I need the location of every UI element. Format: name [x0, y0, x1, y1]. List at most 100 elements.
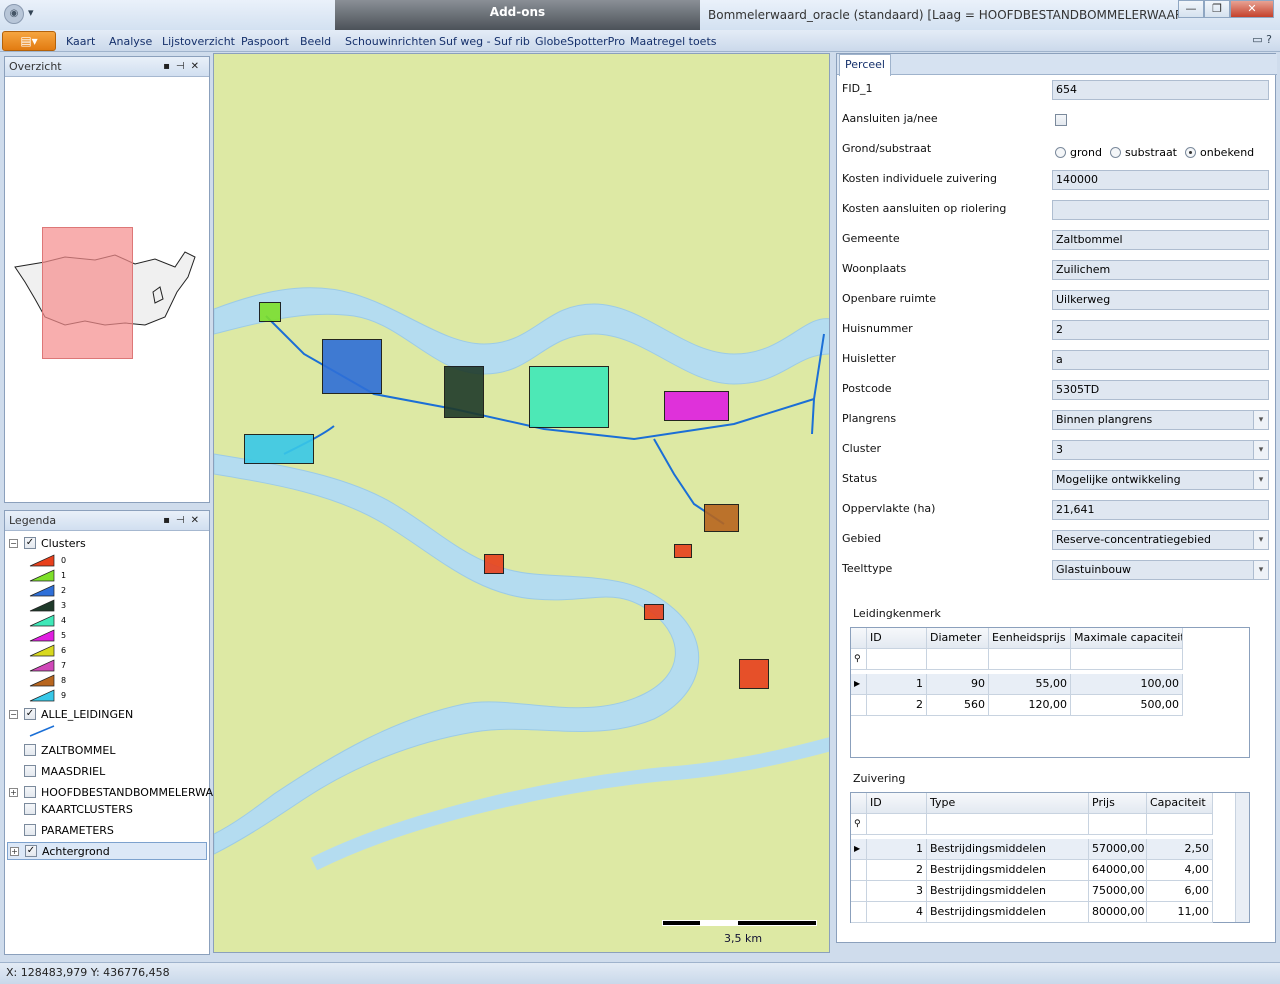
cluster-polygon[interactable] [244, 434, 314, 464]
cluster-polygon[interactable] [644, 604, 664, 620]
expand-icon[interactable]: + [9, 787, 18, 797]
radio-onbekend[interactable]: onbekend [1185, 146, 1254, 159]
layer-checkbox[interactable]: ✓ [24, 537, 36, 549]
layer-checkbox[interactable] [24, 744, 36, 756]
cluster-polygon[interactable] [259, 302, 281, 322]
application-menu-button[interactable]: ▤▾ [2, 31, 56, 51]
map-view[interactable]: 3,5 km [213, 53, 830, 953]
table-row[interactable]: 3 Bestrijdingsmiddelen 75000,00 6,00 [851, 881, 1213, 902]
column-header[interactable]: Eenheidsprijs [989, 628, 1071, 649]
table-cell[interactable]: 6,00 [1147, 881, 1213, 902]
field-dropdown[interactable]: Reserve-concentratiegebied [1052, 530, 1269, 550]
field-dropdown[interactable]: Mogelijke ontwikkeling [1052, 470, 1269, 490]
grid-filter-row[interactable]: ⚲ [851, 649, 1183, 670]
column-header[interactable]: Capaciteit [1147, 793, 1213, 814]
help-icon[interactable]: ▭ ? [1252, 33, 1272, 46]
legend-layer-alle-leidingen[interactable]: − ✓ ALLE_LEIDINGEN [9, 705, 133, 723]
cluster-polygon[interactable] [529, 366, 609, 428]
filter-cell[interactable] [927, 649, 989, 670]
cluster-polygon[interactable] [739, 659, 769, 689]
column-header[interactable]: Prijs [1089, 793, 1147, 814]
field-input[interactable]: a [1052, 350, 1269, 370]
field-dropdown[interactable]: 3 [1052, 440, 1269, 460]
field-input[interactable]: 654 [1052, 80, 1269, 100]
table-cell[interactable]: 120,00 [989, 695, 1071, 716]
layer-checkbox[interactable] [24, 824, 36, 836]
table-row[interactable]: 2 560 120,00 500,00 [851, 695, 1183, 716]
table-row[interactable]: ▶ 1 Bestrijdingsmiddelen 57000,00 2,50 [851, 839, 1213, 860]
tab-lijstoverzicht[interactable]: Lijstoverzicht [162, 35, 235, 48]
field-input[interactable]: 5305TD [1052, 380, 1269, 400]
collapse-icon[interactable]: − [9, 709, 18, 719]
aansluiten-checkbox[interactable] [1055, 114, 1067, 126]
field-input[interactable]: Zaltbommel [1052, 230, 1269, 250]
leiding-grid[interactable]: ID Diameter Eenheidsprijs Maximale capacite… [850, 627, 1250, 758]
cluster-polygon[interactable] [444, 366, 484, 418]
grid-filter-row[interactable]: ⚲ [851, 814, 1213, 835]
legend-layer-achtergrond[interactable]: + ✓ Achtergrond [7, 842, 207, 860]
tab-perceel[interactable]: Perceel [839, 54, 891, 76]
expand-icon[interactable]: + [10, 846, 19, 856]
filter-cell[interactable] [1147, 814, 1213, 835]
tab-paspoort[interactable]: Paspoort [241, 35, 289, 48]
panel-controls-icon[interactable]: ▪⊣✕ [163, 57, 205, 77]
filter-cell[interactable] [867, 649, 927, 670]
table-cell[interactable]: 560 [927, 695, 989, 716]
table-cell[interactable]: 57000,00 [1089, 839, 1147, 860]
table-cell[interactable]: 500,00 [1071, 695, 1183, 716]
tab-analyse[interactable]: Analyse [109, 35, 152, 48]
table-cell[interactable]: 75000,00 [1089, 881, 1147, 902]
field-input[interactable]: Zuilichem [1052, 260, 1269, 280]
legend-layer-zaltbommel[interactable]: ZALTBOMMEL [24, 741, 115, 759]
tab-maatregel-toets[interactable]: Maatregel toets [630, 35, 717, 48]
cluster-polygon[interactable] [322, 339, 382, 394]
cluster-polygon[interactable] [484, 554, 504, 574]
filter-cell[interactable] [867, 814, 927, 835]
table-cell[interactable]: 4,00 [1147, 860, 1213, 881]
legend-layer-parameters[interactable]: PARAMETERS [24, 821, 114, 839]
tab-kaart[interactable]: Kaart [66, 35, 95, 48]
app-logo-icon[interactable]: ◉ [4, 4, 24, 24]
table-row[interactable]: 4 Bestrijdingsmiddelen 80000,00 11,00 [851, 902, 1213, 923]
table-cell[interactable]: 80000,00 [1089, 902, 1147, 923]
minimize-button[interactable]: — [1178, 0, 1204, 18]
table-cell[interactable]: Bestrijdingsmiddelen [927, 902, 1089, 923]
cluster-polygon[interactable] [704, 504, 739, 532]
column-header[interactable]: Maximale capaciteit [1071, 628, 1183, 649]
table-cell[interactable]: 100,00 [1071, 674, 1183, 695]
legend-layer-maasdriel[interactable]: MAASDRIEL [24, 762, 105, 780]
column-header[interactable]: ID [867, 793, 927, 814]
field-input[interactable]: 2 [1052, 320, 1269, 340]
field-dropdown[interactable]: Glastuinbouw [1052, 560, 1269, 580]
filter-cell[interactable] [927, 814, 1089, 835]
zuivering-scrollbar[interactable] [1235, 793, 1249, 922]
layer-checkbox[interactable]: ✓ [25, 845, 37, 857]
table-cell[interactable]: 2,50 [1147, 839, 1213, 860]
legend-layer-kaartclusters[interactable]: KAARTCLUSTERS [24, 800, 133, 818]
tab-globespotterpro[interactable]: GlobeSpotterPro [535, 35, 625, 48]
layer-checkbox[interactable] [24, 765, 36, 777]
field-input[interactable]: 140000 [1052, 170, 1269, 190]
layer-checkbox[interactable] [24, 803, 36, 815]
tab-beeld[interactable]: Beeld [300, 35, 331, 48]
table-cell[interactable]: 11,00 [1147, 902, 1213, 923]
field-input[interactable] [1052, 200, 1269, 220]
overview-extent-rectangle[interactable] [42, 227, 133, 359]
table-row[interactable]: ▶ 1 90 55,00 100,00 [851, 674, 1183, 695]
radio-substraat[interactable]: substraat [1109, 146, 1177, 159]
table-cell[interactable]: 2 [867, 695, 927, 716]
radio-grond[interactable]: grond [1055, 146, 1102, 159]
field-input[interactable]: 21,641 [1052, 500, 1269, 520]
column-header[interactable]: ID [867, 628, 927, 649]
panel-controls-icon[interactable]: ▪⊣✕ [163, 511, 205, 531]
field-dropdown[interactable]: Binnen plangrens [1052, 410, 1269, 430]
table-cell[interactable]: 90 [927, 674, 989, 695]
zuivering-grid[interactable]: ID Type Prijs Capaciteit ⚲ ▶ 1 Bestrijdingsmidd… [850, 792, 1250, 923]
table-cell[interactable]: 55,00 [989, 674, 1071, 695]
table-cell[interactable]: 2 [867, 860, 927, 881]
tab-schouwinrichten[interactable]: Schouwinrichten [345, 35, 436, 48]
table-cell[interactable]: Bestrijdingsmiddelen [927, 881, 1089, 902]
layer-checkbox[interactable] [24, 786, 36, 798]
collapse-icon[interactable]: − [9, 538, 18, 548]
quick-access-toolbar[interactable]: ▾ [28, 6, 34, 19]
